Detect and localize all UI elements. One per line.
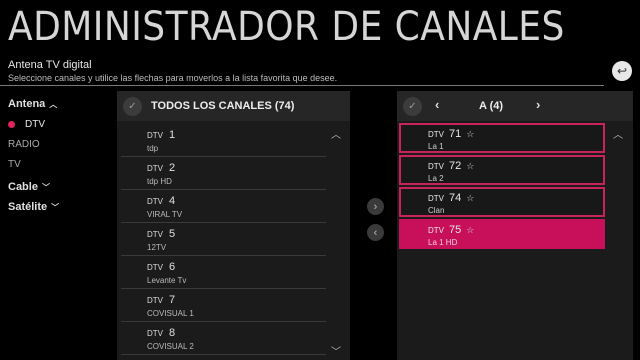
favorite-row[interactable]: DTV 72 ☆ La 2 [399, 155, 605, 185]
sidebar-item-radio[interactable]: RADIO [8, 134, 108, 154]
page-title: ADMINISTRADOR DE CANALES [8, 4, 565, 50]
favorites-title: A (4) [479, 100, 504, 112]
sidebar-item-dtv[interactable]: DTV [8, 114, 108, 134]
sidebar-group-satelite[interactable]: Satélite ﹀ [8, 197, 108, 217]
channel-row[interactable]: DTV 1 tdp [121, 124, 326, 157]
check-icon: ✓ [408, 100, 417, 112]
all-channels-panel: ✓ TODOS LOS CANALES (74) DTV 1 tdp DTV 2 t… [117, 91, 350, 360]
sidebar-item-tv[interactable]: TV [8, 154, 108, 174]
back-button[interactable]: ↩ [612, 61, 632, 81]
sidebar-group-antena[interactable]: Antena ︿ [8, 94, 108, 114]
channel-row[interactable]: DTV 4 VIRAL TV [121, 190, 326, 223]
channel-row[interactable]: DTV 2 tdp HD [121, 157, 326, 190]
sidebar-group-cable[interactable]: Cable ﹀ [8, 177, 108, 197]
chevron-down-icon: ﹀ [41, 182, 50, 192]
favorite-row[interactable]: DTV 74 ☆ Clan [399, 187, 605, 217]
header-divider [0, 85, 604, 86]
active-dot-icon [8, 120, 15, 128]
prev-list-arrow-icon[interactable]: ‹ [435, 97, 439, 112]
channel-row[interactable]: DTV 6 Levante Tv [121, 256, 326, 289]
all-channels-title: TODOS LOS CANALES (74) [151, 100, 295, 112]
favorite-row[interactable]: DTV 71 ☆ La 1 [399, 123, 605, 153]
favorites-header: ✓ ‹ A (4) › [397, 91, 633, 121]
scroll-up-icon[interactable]: ︿ [331, 126, 341, 141]
scroll-down-icon[interactable]: ﹀ [331, 343, 341, 358]
star-icon: ☆ [466, 193, 475, 203]
select-all-favorites-button[interactable]: ✓ [403, 96, 422, 116]
instructions-text: Seleccione canales y utilice las flechas… [8, 73, 338, 83]
select-all-button[interactable]: ✓ [123, 96, 142, 116]
channel-row[interactable]: DTV 7 COVISUAL 1 [121, 289, 326, 322]
source-sidebar: Antena ︿ DTV RADIO TV Cable ﹀ Satélite ﹀ [8, 94, 108, 217]
move-right-button[interactable]: › [367, 198, 384, 215]
star-icon: ☆ [466, 225, 475, 235]
star-icon: ☆ [466, 161, 475, 171]
star-icon: ☆ [466, 129, 475, 139]
move-left-button[interactable]: ‹ [367, 224, 384, 241]
chevron-down-icon: ﹀ [51, 202, 60, 212]
chevron-up-icon: ︿ [49, 99, 58, 109]
back-arrow-icon: ↩ [616, 64, 628, 78]
next-list-arrow-icon[interactable]: › [536, 97, 540, 112]
favorite-row-selected[interactable]: DTV 75 ☆ La 1 HD [399, 219, 605, 249]
favorites-panel: ✓ ‹ A (4) › DTV 71 ☆ La 1 DTV 72 ☆ La 2 DTV 7… [397, 91, 633, 360]
check-icon: ✓ [128, 100, 137, 112]
chevron-left-icon: ‹ [373, 226, 378, 239]
chevron-right-icon: › [373, 200, 378, 213]
channel-row[interactable]: DTV 5 12TV [121, 223, 326, 256]
channel-row[interactable]: DTV 8 COVISUAL 2 [121, 322, 326, 355]
scroll-up-icon[interactable]: ︿ [613, 126, 623, 141]
source-subtitle: Antena TV digital [8, 59, 92, 71]
all-channels-header: ✓ TODOS LOS CANALES (74) [117, 91, 350, 121]
